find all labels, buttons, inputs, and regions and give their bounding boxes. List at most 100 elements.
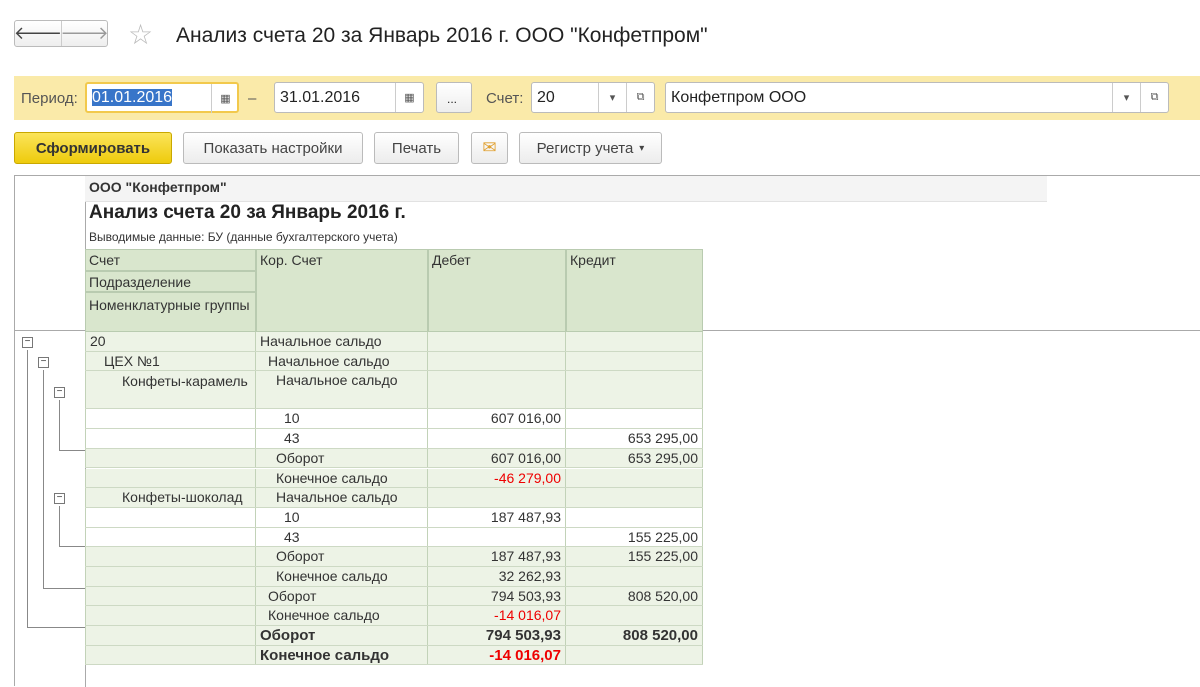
table-row: 20 Начальное сальдо — [85, 332, 703, 352]
cell-c4 — [566, 409, 703, 429]
table-row: Конечное сальдо 32 262,93 — [85, 567, 703, 587]
cell-c4 — [566, 332, 703, 351]
favorite-star-icon[interactable]: ☆ — [128, 18, 153, 51]
report-title: Анализ счета 20 за Январь 2016 г. — [89, 202, 406, 223]
cell-c4 — [566, 606, 703, 626]
cell-c3: 187 487,93 — [428, 547, 566, 566]
cell-c3 — [428, 488, 566, 507]
cell-c2: Начальное сальдо — [256, 371, 428, 409]
cell-c2: 10 — [256, 409, 428, 429]
organization-value: Конфетпром ООО — [671, 89, 807, 106]
cell-c3: 607 016,00 — [428, 448, 566, 468]
cell-c4 — [566, 645, 703, 665]
print-button[interactable]: Печать — [374, 132, 459, 164]
cell-c3: 187 487,93 — [428, 507, 566, 527]
cell-c2: Начальное сальдо — [256, 332, 428, 351]
cell-c1 — [85, 645, 256, 665]
header-nomenclature: Номенклатурные группы — [85, 292, 256, 332]
account-field[interactable]: 20 ▾ ⧉ — [531, 82, 655, 113]
cell-c1 — [85, 606, 256, 626]
dropdown-icon[interactable]: ▾ — [1112, 83, 1140, 112]
back-button[interactable]: 🡐 — [14, 21, 62, 46]
report-output: Выводимые данные: БУ (данные бухгалтерск… — [89, 230, 398, 244]
period-select-button[interactable]: ... — [436, 82, 472, 113]
cell-c3: 794 503,93 — [428, 586, 566, 606]
cell-c2: 43 — [256, 429, 428, 448]
cell-c3 — [428, 351, 566, 371]
cell-c1 — [85, 527, 256, 547]
open-icon[interactable]: ⧉ — [1140, 83, 1168, 112]
header-debit: Дебет — [428, 249, 566, 332]
generate-button[interactable]: Сформировать — [14, 132, 172, 164]
cell-c3: 794 503,93 — [428, 626, 566, 645]
cell-c4 — [566, 488, 703, 507]
cell-c2: Оборот — [256, 586, 428, 606]
table-row: Конфеты-карамель Начальное сальдо — [85, 371, 703, 410]
cell-c2: Конечное сальдо — [256, 468, 428, 488]
show-settings-button[interactable]: Показать настройки — [183, 132, 363, 164]
table-row: ЦЕХ №1 Начальное сальдо — [85, 351, 703, 372]
navigation-buttons: 🡐 🡒 — [14, 20, 109, 47]
cell-c3: -46 279,00 — [428, 468, 566, 488]
account-label: Счет: — [486, 90, 524, 107]
date-from-value: 01.01.2016 — [92, 89, 173, 106]
cell-c4: 653 295,00 — [566, 429, 703, 448]
cell-c4: 155 225,00 — [566, 547, 703, 566]
cell-c4 — [566, 468, 703, 488]
organization-field[interactable]: Конфетпром ООО ▾ ⧉ — [665, 82, 1169, 113]
date-from-field[interactable]: 01.01.2016 ▦ — [85, 82, 239, 113]
cell-c4 — [566, 351, 703, 371]
cell-c4 — [566, 371, 703, 409]
cell-c2: Оборот — [256, 448, 428, 468]
cell-c3 — [428, 429, 566, 448]
cell-c3 — [428, 332, 566, 351]
cell-c1: Конфеты-шоколад — [85, 488, 256, 507]
cell-c2: Оборот — [256, 547, 428, 566]
period-dash: – — [248, 90, 257, 107]
dropdown-icon[interactable]: ▾ — [598, 83, 626, 112]
register-label: Регистр учета — [536, 139, 634, 157]
collapse-icon[interactable]: − — [38, 357, 49, 368]
email-icon[interactable]: ✉ — [471, 132, 508, 164]
register-button[interactable]: Регистр учета ▾ — [519, 132, 662, 164]
table-row: 43 653 295,00 — [85, 429, 703, 449]
cell-c4 — [566, 507, 703, 527]
cell-c1: 20 — [85, 332, 256, 351]
collapse-icon[interactable]: − — [54, 493, 65, 504]
table-row: Конечное сальдо -14 016,07 — [85, 645, 703, 666]
table-row: Конфеты-шоколад Начальное сальдо — [85, 488, 703, 508]
table-row: Конечное сальдо -46 279,00 — [85, 468, 703, 489]
dropdown-icon: ▾ — [639, 142, 645, 154]
calendar-icon[interactable]: ▦ — [395, 83, 423, 112]
calendar-icon[interactable]: ▦ — [211, 84, 239, 113]
collapse-icon[interactable]: − — [54, 387, 65, 398]
cell-c2: Начальное сальдо — [256, 351, 428, 371]
cell-c2: 43 — [256, 527, 428, 547]
cell-c1 — [85, 547, 256, 566]
cell-c3: -14 016,07 — [428, 606, 566, 626]
account-value: 20 — [537, 89, 555, 106]
cell-c1 — [85, 409, 256, 429]
cell-c2: Конечное сальдо — [256, 567, 428, 586]
cell-c4: 155 225,00 — [566, 527, 703, 547]
page-title: Анализ счета 20 за Январь 2016 г. ООО "К… — [176, 24, 708, 47]
period-label: Период: — [21, 90, 78, 107]
report-org: ООО "Конфетпром" — [89, 179, 227, 195]
collapse-icon[interactable]: − — [22, 337, 33, 348]
cell-c3: 607 016,00 — [428, 409, 566, 429]
cell-c2: Оборот — [256, 626, 428, 645]
table-row: Оборот 187 487,93 155 225,00 — [85, 547, 703, 567]
cell-c2: Конечное сальдо — [256, 645, 428, 665]
cell-c4 — [566, 567, 703, 586]
cell-c1 — [85, 507, 256, 527]
cell-c2: 10 — [256, 507, 428, 527]
date-to-value: 31.01.2016 — [280, 89, 361, 106]
open-icon[interactable]: ⧉ — [626, 83, 654, 112]
table-row: Оборот 794 503,93 808 520,00 — [85, 586, 703, 607]
table-row: 10 607 016,00 — [85, 409, 703, 430]
table-row: Оборот 607 016,00 653 295,00 — [85, 448, 703, 469]
date-to-field[interactable]: 31.01.2016 ▦ — [274, 82, 424, 113]
cell-c4: 653 295,00 — [566, 448, 703, 468]
cell-c1 — [85, 448, 256, 468]
forward-button[interactable]: 🡒 — [60, 21, 109, 46]
